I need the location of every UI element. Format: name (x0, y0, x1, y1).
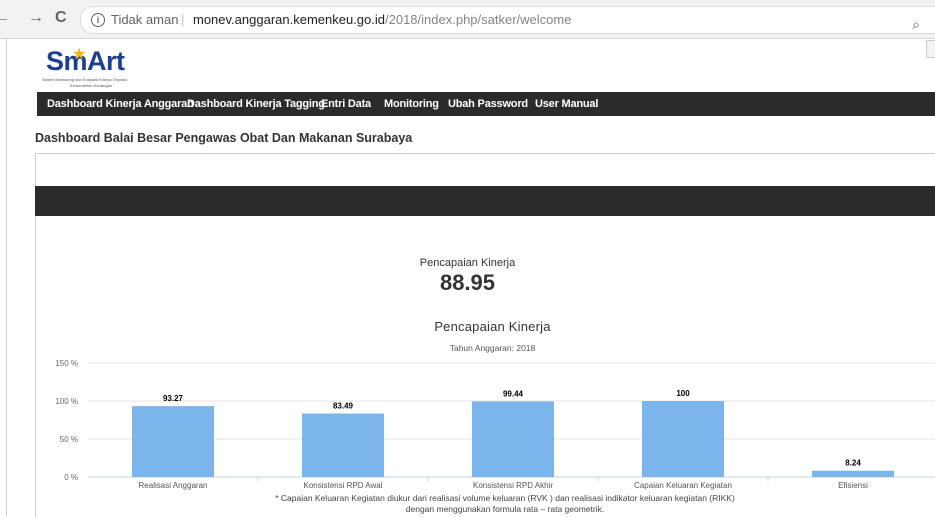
url-host: monev.anggaran.kemenkeu.go.id (193, 12, 385, 27)
data-label: 8.24 (845, 459, 861, 468)
data-label: 93.27 (163, 394, 184, 403)
url-separator: | (181, 12, 185, 27)
kpi-label: Pencapaian Kinerja (419, 257, 516, 269)
chart-subtitle: Tahun Anggaran: 2018 (449, 343, 536, 353)
menu-ubah-password[interactable]: Ubah Password (448, 92, 528, 116)
reload-icon[interactable]: C (55, 9, 67, 27)
info-icon[interactable]: i (91, 13, 105, 27)
menu-dashboard-kinerja-tagging[interactable]: Dashboard Kinerja Tagging (187, 92, 325, 116)
page-title: Dashboard Balai Besar Pengawas Obat Dan … (35, 131, 413, 145)
data-label: 100 (676, 389, 690, 398)
kpi-value: 88.95 (439, 270, 496, 295)
zoom-icon[interactable]: ⌕ (912, 11, 920, 37)
bar (642, 401, 724, 477)
menu-user-manual[interactable]: User Manual (535, 92, 598, 116)
bar-chart: 0 % 50 % 100 % 150 % 93.27 Realisasi Anggaran… (55, 359, 935, 490)
forward-icon[interactable]: → (28, 9, 44, 27)
x-tick-label: Konsistensi RPD Awal (304, 481, 383, 490)
x-tick-label: Realisasi Anggaran (139, 481, 208, 490)
security-label: Tidak aman (111, 12, 179, 27)
url-text[interactable]: monev.anggaran.kemenkeu.go.id/2018/index… (193, 7, 571, 33)
panel-header-bar (35, 186, 935, 216)
bar (812, 470, 894, 477)
chart-footnote-1: * Capaian Keluaran Kegiatan diukur dari … (275, 493, 735, 503)
browser-toolbar: ← → C i Tidak aman | monev.anggaran.keme… (0, 0, 935, 39)
back-icon[interactable]: ← (0, 9, 10, 27)
header-edge-button[interactable] (926, 40, 935, 58)
menu-dashboard-kinerja-anggaran[interactable]: Dashboard Kinerja Anggaran (47, 92, 194, 116)
bar (472, 401, 554, 477)
y-tick-label: 100 % (55, 397, 78, 406)
x-tick-label: Konsistensi RPD Akhir (473, 481, 553, 490)
y-tick-label: 0 % (64, 473, 78, 482)
bar (302, 413, 384, 477)
menu-entri-data[interactable]: Entri Data (321, 92, 371, 116)
chart-title: Pencapaian Kinerja (434, 319, 551, 334)
x-tick-label: Efisiensi (838, 481, 868, 490)
logo-ministry: Kementerian Keuangan (70, 83, 113, 88)
y-tick-label: 150 % (55, 359, 78, 368)
chart-footnote-2: dengan menggunakan formula rata – rata g… (405, 504, 605, 514)
address-bar[interactable]: i Tidak aman | monev.anggaran.kemenkeu.g… (80, 6, 935, 34)
data-label: 83.49 (333, 402, 354, 411)
menu-monitoring[interactable]: Monitoring (384, 92, 439, 116)
smart-logo[interactable]: SmArt ★ Sistem Monitoring dan Evaluasi K… (40, 46, 160, 90)
x-tick-label: Capaian Keluaran Kegiatan (634, 481, 732, 490)
data-label: 99.44 (503, 389, 524, 398)
logo-tagline: Sistem Monitoring dan Evaluasi Kinerja T… (42, 77, 128, 82)
y-tick-label: 50 % (60, 435, 78, 444)
logo-star-icon: ★ (72, 46, 87, 63)
main-menu: Dashboard Kinerja Anggaran Dashboard Kin… (37, 92, 935, 116)
url-path: /2018/index.php/satker/welcome (385, 12, 572, 27)
bar (132, 406, 214, 477)
